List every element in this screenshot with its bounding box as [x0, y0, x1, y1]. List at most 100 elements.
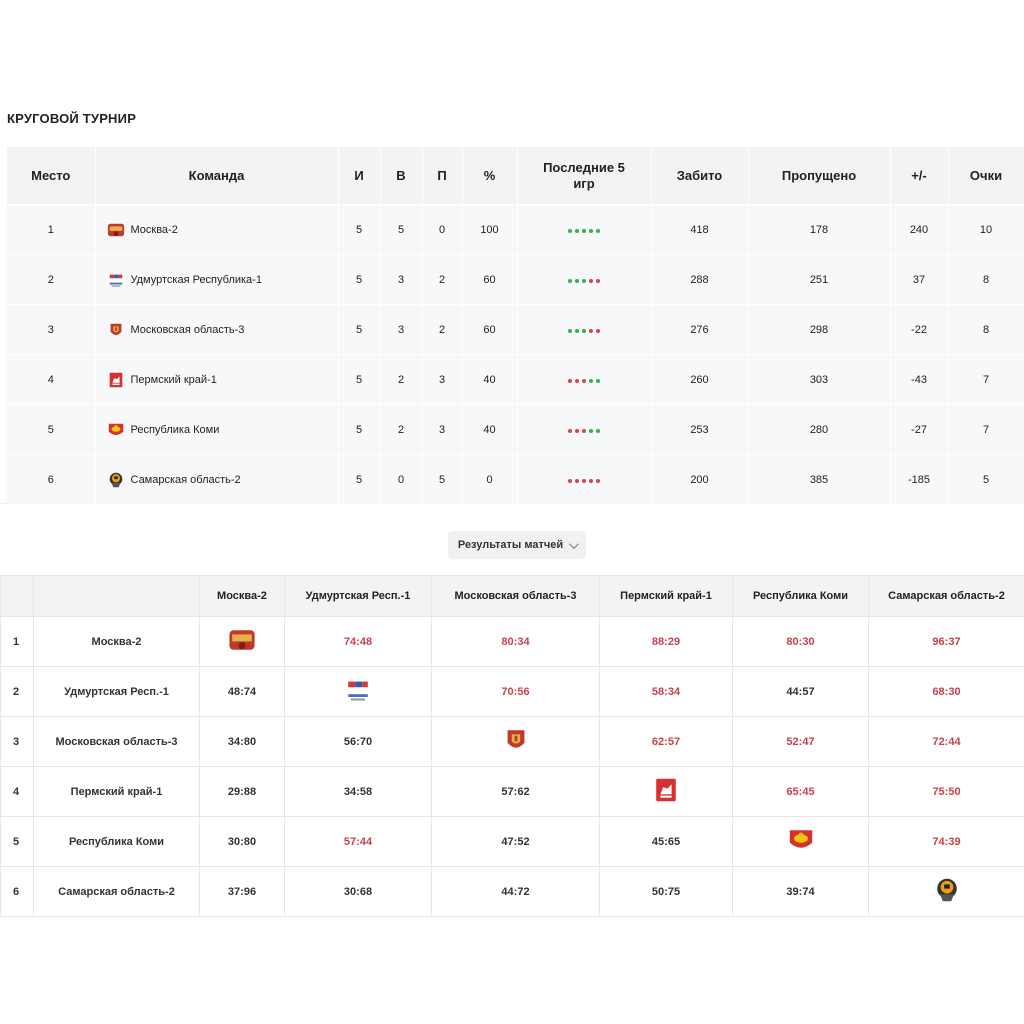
loss-dot	[575, 428, 579, 433]
last5-dots	[568, 278, 600, 283]
win-dot	[596, 378, 600, 383]
standings-row[interactable]: 3 Московская область-3 5 3 2 60 276 298 -22 8	[7, 304, 1024, 355]
header-points[interactable]: Очки	[948, 147, 1024, 205]
team-name[interactable]: Москва-2	[131, 224, 178, 236]
loss-dot	[582, 478, 586, 483]
header-diff[interactable]: +/-	[890, 147, 949, 205]
match-score[interactable]: 58:34	[599, 666, 733, 717]
diff-cell: -22	[890, 304, 949, 355]
team-name[interactable]: Московская область-3	[131, 324, 245, 336]
games-cell: 5	[338, 354, 381, 405]
standings-row[interactable]: 5 Республика Коми 5 2 3 40 253 280 -27 7	[7, 404, 1024, 455]
last5-dots	[568, 228, 600, 233]
header-percent[interactable]: %	[462, 147, 518, 205]
match-score[interactable]: 96:37	[868, 616, 1024, 667]
match-score[interactable]: 80:30	[732, 616, 869, 667]
match-score[interactable]: 74:48	[284, 616, 432, 667]
header-scored[interactable]: Забито	[651, 147, 749, 205]
losses-cell: 2	[422, 304, 463, 355]
games-cell: 5	[338, 404, 381, 455]
match-score[interactable]: 57:62	[431, 766, 600, 817]
last5-cell	[517, 354, 652, 405]
match-score[interactable]: 50:75	[599, 866, 733, 917]
team-cell[interactable]: Самарская область-2	[95, 454, 339, 504]
win-dot	[575, 328, 579, 333]
match-score[interactable]: 74:39	[868, 816, 1024, 867]
match-score[interactable]: 47:52	[431, 816, 600, 867]
match-score[interactable]: 48:74	[199, 666, 285, 717]
win-dot	[575, 228, 579, 233]
last5-cell	[517, 454, 652, 504]
header-games[interactable]: И	[338, 147, 381, 205]
header-team[interactable]: Команда	[95, 147, 339, 205]
matrix-row-team[interactable]: Удмуртская Респ.-1	[33, 666, 200, 717]
team-name[interactable]: Удмуртская Республика-1	[131, 274, 262, 286]
percent-cell: 60	[462, 254, 518, 305]
match-score[interactable]: 45:65	[599, 816, 733, 867]
match-score[interactable]: 29:88	[199, 766, 285, 817]
match-score[interactable]: 52:47	[732, 716, 869, 767]
match-score[interactable]: 68:30	[868, 666, 1024, 717]
last5-cell	[517, 204, 652, 255]
matrix-row-team[interactable]: Пермский край-1	[33, 766, 200, 817]
team-cell[interactable]: Республика Коми	[95, 404, 339, 455]
match-score[interactable]: 56:70	[284, 716, 432, 767]
scored-cell: 260	[651, 354, 749, 405]
header-wins[interactable]: В	[380, 147, 423, 205]
match-score[interactable]: 62:57	[599, 716, 733, 767]
match-score[interactable]: 39:74	[732, 866, 869, 917]
match-score[interactable]: 57:44	[284, 816, 432, 867]
team-cell[interactable]: Пермский край-1	[95, 354, 339, 405]
match-score[interactable]: 72:44	[868, 716, 1024, 767]
match-results-button[interactable]: Результаты матчей	[448, 531, 586, 559]
matrix-row-team[interactable]: Московская область-3	[33, 716, 200, 767]
moscow-region-logo	[107, 321, 125, 339]
matrix-row-team[interactable]: Республика Коми	[33, 816, 200, 867]
team-name[interactable]: Самарская область-2	[131, 474, 241, 486]
team-name[interactable]: Пермский край-1	[131, 374, 217, 386]
header-last5[interactable]: Последние 5 игр	[517, 147, 652, 205]
match-score[interactable]: 88:29	[599, 616, 733, 667]
match-score[interactable]: 34:80	[199, 716, 285, 767]
standings-row[interactable]: 6 Самарская область-2 5 0 5 0 200 385 -185 5	[7, 454, 1024, 504]
match-score[interactable]: 70:56	[431, 666, 600, 717]
match-score[interactable]: 80:34	[431, 616, 600, 667]
matrix-column-header: Удмуртская Респ.-1	[284, 575, 432, 617]
match-score[interactable]: 65:45	[732, 766, 869, 817]
win-dot	[568, 228, 572, 233]
matrix-column-header: Москва-2	[199, 575, 285, 617]
last5-dots	[568, 428, 600, 433]
team-cell[interactable]: Московская область-3	[95, 304, 339, 355]
wins-cell: 3	[380, 254, 423, 305]
header-conceded[interactable]: Пропущено	[748, 147, 891, 205]
header-losses[interactable]: П	[422, 147, 463, 205]
match-score[interactable]: 30:68	[284, 866, 432, 917]
team-cell[interactable]: Удмуртская Республика-1	[95, 254, 339, 305]
matrix-row-team[interactable]: Москва-2	[33, 616, 200, 667]
header-place[interactable]: Место	[7, 147, 96, 205]
match-score[interactable]: 30:80	[199, 816, 285, 867]
chevron-down-icon	[569, 538, 579, 549]
matrix-row: 1 Москва-2 74:48 80:34 88:29 80:30 96:37	[0, 616, 1024, 667]
match-score[interactable]: 75:50	[868, 766, 1024, 817]
loss-dot	[596, 328, 600, 333]
matrix-row-index: 5	[0, 816, 34, 867]
team-name[interactable]: Республика Коми	[131, 424, 220, 436]
matrix-column-header: Московская область-3	[431, 575, 600, 617]
standings-row[interactable]: 2 Удмуртская Республика-1 5 3 2 60 288 251 37 8	[7, 254, 1024, 305]
matrix-corner-cell	[0, 575, 34, 617]
matrix-row-team[interactable]: Самарская область-2	[33, 866, 200, 917]
match-score[interactable]: 37:96	[199, 866, 285, 917]
team-cell[interactable]: Москва-2	[95, 204, 339, 255]
match-score[interactable]: 44:57	[732, 666, 869, 717]
standings-row[interactable]: 1 Москва-2 5 5 0 100 418 178 240 10	[7, 204, 1024, 255]
match-score[interactable]: 34:58	[284, 766, 432, 817]
win-dot	[575, 278, 579, 283]
standings-row[interactable]: 4 Пермский край-1 5 2 3 40 260 303 -43 7	[7, 354, 1024, 405]
match-score[interactable]: 44:72	[431, 866, 600, 917]
standings-header-row: Место Команда И В П % Последние 5 игр За…	[7, 147, 1024, 205]
win-dot	[568, 328, 572, 333]
loss-dot	[568, 478, 572, 483]
win-dot	[596, 228, 600, 233]
percent-cell: 60	[462, 304, 518, 355]
